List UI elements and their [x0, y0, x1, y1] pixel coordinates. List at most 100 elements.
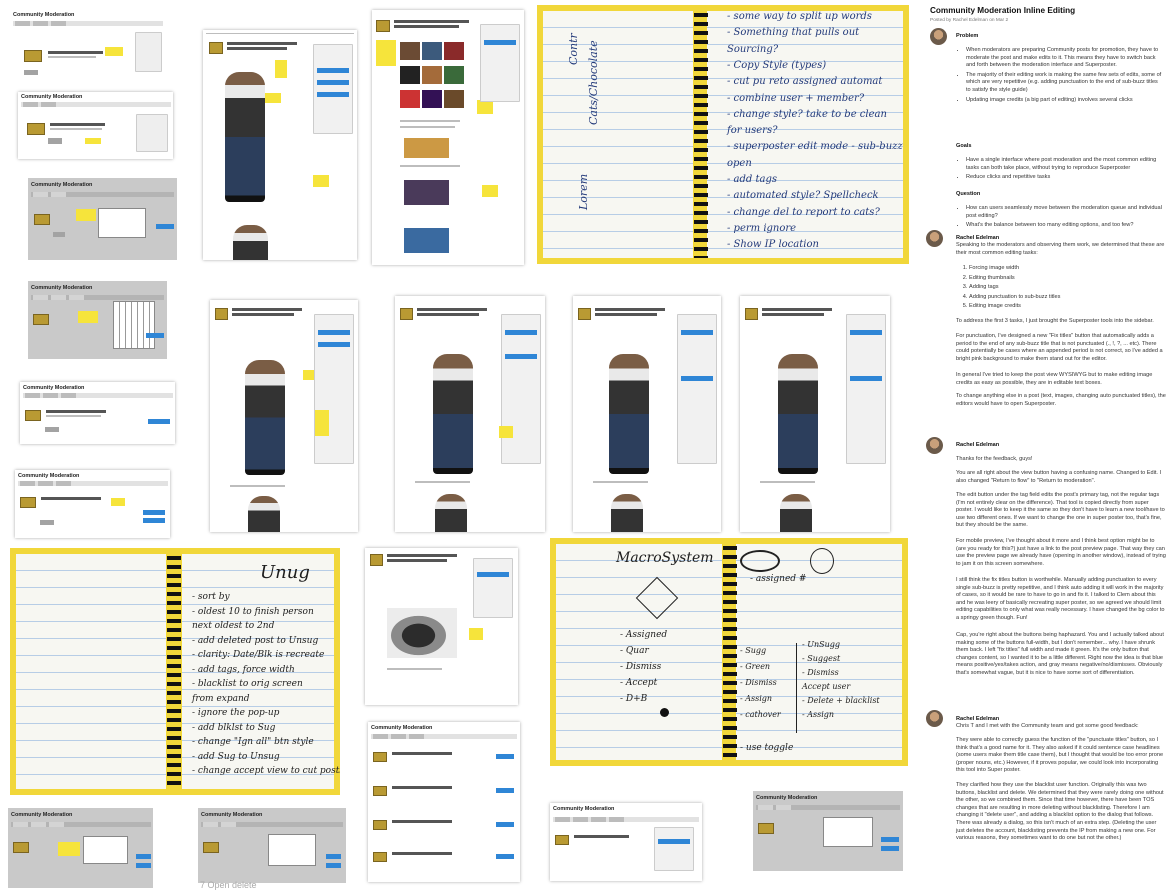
sketch-scribble: [740, 550, 780, 572]
cat-photo: [387, 608, 457, 658]
side-note-1: Contr: [567, 33, 580, 65]
handwritten-line: - ignore the pop-up: [192, 708, 280, 718]
wireframe-title: Community Moderation: [13, 12, 75, 18]
comment-text: For punctuation, I've designed a new "Fi…: [956, 333, 1163, 362]
wireframe-post-edit-1: [203, 30, 357, 260]
handwritten-line: - sort by: [192, 592, 230, 602]
handwritten-line: - change accept view to cut posts: [192, 766, 340, 776]
handwritten-line: Accept user: [802, 682, 851, 691]
handwritten-line: - UnSugg: [802, 640, 841, 649]
comment-text: To address the first 3 tasks, I just bro…: [956, 318, 1154, 324]
wireframe-title: Community Moderation: [11, 812, 73, 818]
post-thumbnail: [24, 50, 42, 62]
wireframe-moderation-light-2: Community Moderation: [18, 92, 173, 159]
wireframe-title: Community Moderation: [23, 385, 85, 391]
question-heading: Question: [956, 191, 981, 197]
handwritten-line: - add Sug to Unsug: [192, 751, 280, 762]
wireframe-post-edit-3: [395, 296, 545, 532]
wireframe-modal-gray-3: Community Moderation: [8, 808, 153, 888]
wireframe-modal-gray-5: Community Moderation: [753, 791, 903, 871]
handwritten-line: - Accept: [620, 678, 658, 688]
wireframe-title: Community Moderation: [371, 725, 433, 731]
handwritten-line: - Copy Style (types): [727, 59, 827, 71]
sketch-top-note: - assigned #: [750, 574, 807, 584]
handwritten-line: - Delete + blacklist: [802, 696, 880, 705]
task-item: Forcing image width: [969, 265, 1165, 273]
goals-heading: Goals: [956, 143, 972, 149]
question-item: How can users seamlessly move between th…: [966, 205, 1162, 220]
comment-text: In general I've tried to keep the post v…: [956, 372, 1153, 386]
comment-text: They were able to correctly guess the fu…: [956, 737, 1164, 774]
wireframe-title: Community Moderation: [201, 812, 263, 818]
handwritten-line: - Sugg: [740, 646, 767, 655]
handwritten-line: - cut pu reto assigned automat: [727, 76, 883, 88]
wireframe-title: Community Moderation: [31, 285, 93, 291]
handwritten-line: - add blklst to Sug: [192, 722, 276, 733]
wireframe-moderation-light-3: Community Moderation: [20, 382, 175, 444]
notebook-notes-top: Contr Cats/Chocolate Lorem - some way to…: [537, 5, 909, 264]
comment-text: They clarified how they use the blacklis…: [956, 782, 1164, 842]
tasks-list: Forcing image width Editing thumbnails A…: [969, 265, 1165, 313]
wireframe-moderation-light-4: Community Moderation: [15, 470, 170, 538]
handwritten-line: - Suggest: [802, 654, 841, 663]
author-avatar: [930, 28, 947, 45]
comment-text: Chris T and I met with the Community tea…: [956, 723, 1139, 729]
wireframe-post-edit-cat: [365, 548, 518, 705]
wireframe-title: Community Moderation: [18, 473, 80, 479]
notebook-heading: Unug: [260, 562, 310, 583]
comment-avatar: [926, 437, 943, 454]
comment-text: For mobile preview, I've thought about i…: [956, 538, 1166, 567]
notebook-notes-bottom: Unug - sort by - oldest 10 to finish per…: [10, 548, 340, 795]
task-item: Editing thumbnails: [969, 275, 1165, 283]
comment-text: Cap, you're right about the buttons bein…: [956, 632, 1164, 676]
dismiss-button[interactable]: [48, 138, 62, 144]
article-panel: Community Moderation Inline Editing Post…: [924, 0, 1168, 891]
handwritten-line: - Dismiss: [620, 662, 662, 672]
comment-avatar: [926, 710, 943, 727]
sketch-footer: - use toggle: [740, 743, 794, 753]
handwritten-line: - combine user + member?: [727, 92, 865, 104]
wireframe-moderation-list: Community Moderation: [368, 722, 520, 882]
model-photo: [225, 72, 265, 202]
comment-text: You are all right about the view button …: [956, 470, 1162, 484]
handwritten-line: Sourcing?: [727, 43, 779, 55]
sketch-title: MacroSystem: [616, 550, 714, 566]
wireframe-title: Community Moderation: [756, 795, 818, 801]
side-note-3: Lorem: [577, 173, 590, 210]
handwritten-line: open: [727, 157, 752, 169]
handwritten-line: - Assign: [802, 710, 835, 719]
problem-item: The majority of their editing work is ma…: [966, 72, 1162, 95]
problem-item: When moderators are preparing Community …: [966, 47, 1162, 70]
comment-text: The edit button under the tag field edit…: [956, 492, 1165, 529]
task-item: Adding punctuation to sub-buzz titles: [969, 294, 1165, 302]
wireframe-moderation-expand: Community Moderation: [550, 803, 702, 881]
comment-text: Speaking to the moderators and observing…: [956, 242, 1165, 256]
handwritten-line: - change style? take to be clean: [727, 108, 887, 120]
wireframe-modal-gray-4: Community Moderation: [198, 808, 346, 883]
handwritten-line: - add deleted post to Unsug: [192, 635, 319, 646]
handwritten-line: - change "Ign all" btn style: [192, 737, 314, 747]
handwritten-line: - Quar: [620, 646, 649, 656]
wireframe-modal-gray-2: Community Moderation: [28, 281, 167, 359]
goals-list: Have a single interface where post moder…: [966, 157, 1162, 184]
comment-avatar: [926, 230, 943, 247]
wireframe-post-edit-2: [210, 300, 358, 532]
bottom-caption: 7 Open delete: [200, 880, 257, 890]
problem-list: When moderators are preparing Community …: [966, 47, 1162, 106]
handwritten-line: - Something that pulls out: [727, 27, 860, 39]
article-meta: Posted by Rachel Edelman on Mar 2: [930, 18, 1009, 23]
task-item: Adding tags: [969, 284, 1165, 292]
wireframe-moderation-light-1: Community Moderation: [10, 10, 165, 85]
goals-item: Have a single interface where post moder…: [966, 157, 1162, 172]
calendar-dialog: [113, 301, 155, 349]
handwritten-line: - add tags: [727, 174, 778, 185]
confirm-button[interactable]: [146, 333, 164, 338]
handwritten-line: - Dismiss: [802, 668, 839, 677]
wireframe-post-edit-5: [740, 296, 890, 532]
dismiss-button[interactable]: [24, 70, 38, 75]
handwritten-line: - D+B: [620, 694, 648, 704]
confirm-button[interactable]: [156, 224, 174, 229]
handwritten-line: - Show IP location: [727, 239, 819, 251]
comment-text: Thanks for the feedback, guys!: [956, 456, 1033, 462]
side-note-2: Cats/Chocolate: [587, 40, 600, 125]
